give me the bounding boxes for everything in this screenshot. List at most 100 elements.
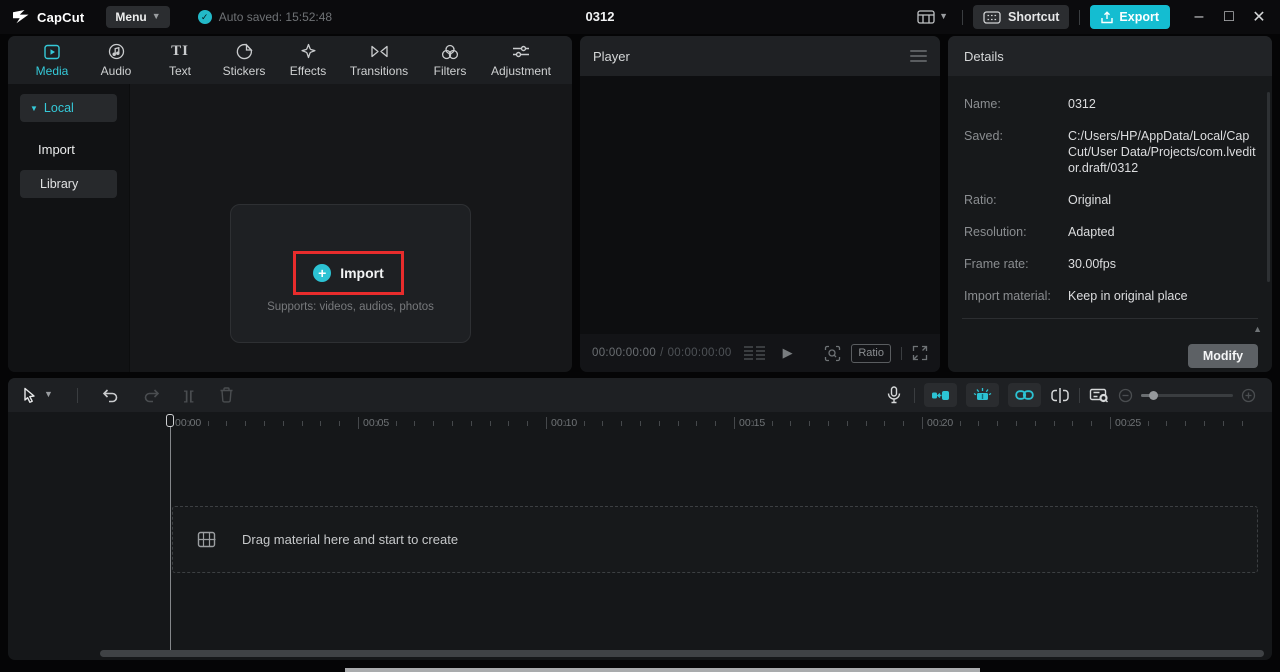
ruler-tick bbox=[245, 421, 247, 426]
import-button[interactable]: Import bbox=[340, 265, 384, 281]
ruler-tick bbox=[752, 421, 754, 426]
ruler-tick bbox=[282, 421, 284, 426]
chevron-down-icon[interactable]: ▼ bbox=[44, 389, 53, 399]
tab-text[interactable]: TI Text bbox=[148, 43, 212, 78]
select-cursor-button[interactable] bbox=[22, 387, 37, 404]
sidebar-item-local[interactable]: ▼ Local bbox=[20, 94, 117, 122]
detail-row-resolution: Resolution: Adapted bbox=[964, 224, 1258, 240]
autosave-status: ✓ Auto saved: 15:52:48 bbox=[197, 10, 332, 24]
player-panel: Player 00:00:00:00/00:00:00:00 ▶ Ratio bbox=[580, 36, 940, 372]
timeline-horizontal-scrollbar[interactable] bbox=[100, 650, 1264, 657]
window-controls: – □ ✕ bbox=[1184, 2, 1274, 32]
ruler-tick bbox=[1166, 421, 1168, 426]
ruler-tick bbox=[846, 421, 848, 426]
ruler-tick bbox=[470, 421, 472, 426]
detail-value: C:/Users/HP/AppData/Local/CapCut/User Da… bbox=[1068, 129, 1256, 175]
ruler-tick bbox=[959, 421, 961, 426]
detail-row-import-material: Import material: Keep in original place bbox=[964, 288, 1258, 304]
tab-media[interactable]: Media bbox=[20, 43, 84, 78]
tab-label: Text bbox=[168, 63, 191, 78]
timeline-ruler[interactable]: 00:0000:0500:1000:1500:2000:25 bbox=[8, 412, 1272, 434]
audio-icon bbox=[108, 43, 125, 61]
play-button[interactable]: ▶ bbox=[783, 345, 793, 361]
logo-text: CapCut bbox=[37, 9, 85, 25]
ratio-button[interactable]: Ratio bbox=[851, 343, 891, 363]
preview-axis-toggle[interactable] bbox=[1050, 387, 1070, 403]
layout-icon bbox=[917, 10, 935, 24]
capcut-logo: CapCut bbox=[12, 10, 84, 25]
auto-ripple-toggle[interactable] bbox=[924, 383, 957, 407]
ruler-tick bbox=[790, 421, 792, 426]
timeline-zoom-control bbox=[1118, 388, 1256, 403]
layout-switch-button[interactable]: ▼ bbox=[913, 7, 952, 27]
stickers-icon bbox=[236, 43, 253, 61]
plus-icon: + bbox=[313, 264, 332, 282]
ruler-tick bbox=[621, 421, 623, 426]
split-button[interactable]: ][ bbox=[184, 388, 195, 403]
tab-transitions[interactable]: Transitions bbox=[340, 43, 418, 78]
details-scrollbar[interactable] bbox=[1267, 92, 1270, 282]
ruler-tick bbox=[188, 421, 190, 426]
ruler-tick bbox=[527, 421, 529, 426]
tab-adjustment[interactable]: Adjustment bbox=[482, 43, 560, 78]
local-label: Local bbox=[43, 101, 74, 115]
detail-label: Resolution: bbox=[964, 225, 1027, 239]
ruler-tick bbox=[734, 417, 735, 429]
import-dropzone-card[interactable]: + Import Supports: videos, audios, photo… bbox=[230, 204, 471, 343]
ruler-tick bbox=[376, 421, 378, 426]
zoom-slider-handle[interactable] bbox=[1149, 390, 1158, 400]
detail-value: Adapted bbox=[1068, 225, 1115, 239]
maximize-button[interactable]: □ bbox=[1214, 2, 1244, 32]
zoom-in-icon[interactable] bbox=[1241, 388, 1256, 403]
tab-filters[interactable]: Filters bbox=[418, 43, 482, 78]
frame-view-icon[interactable] bbox=[743, 346, 765, 360]
fullscreen-icon[interactable] bbox=[912, 345, 928, 361]
timecode-current: 00:00:00:00 bbox=[592, 347, 657, 359]
ruler-tick bbox=[809, 421, 811, 426]
track-dropzone[interactable]: Drag material here and start to create bbox=[172, 506, 1258, 573]
delete-button[interactable] bbox=[219, 387, 234, 403]
ruler-tick bbox=[1241, 421, 1243, 426]
tab-label: Stickers bbox=[222, 63, 266, 78]
adapt-timeline-button[interactable] bbox=[1089, 387, 1109, 403]
capcut-logo-icon bbox=[12, 10, 31, 24]
export-button[interactable]: Export bbox=[1090, 5, 1170, 29]
triangle-down-icon: ▼ bbox=[30, 103, 38, 113]
divider bbox=[1079, 387, 1080, 403]
chevron-up-icon[interactable]: ▲ bbox=[1253, 324, 1262, 334]
timecode-display: 00:00:00:00/00:00:00:00 bbox=[592, 347, 732, 359]
minimize-button[interactable]: – bbox=[1184, 2, 1214, 32]
auto-link-toggle[interactable] bbox=[1008, 383, 1041, 407]
detail-label: Import material: bbox=[964, 289, 1051, 303]
shortcut-button[interactable]: Shortcut bbox=[973, 5, 1070, 29]
ruler-tick bbox=[1185, 421, 1187, 426]
player-viewport bbox=[580, 76, 940, 334]
tab-stickers[interactable]: Stickers bbox=[212, 43, 276, 78]
sidebar-item-library[interactable]: Library bbox=[20, 170, 117, 198]
detail-label: Saved: bbox=[964, 129, 1003, 143]
detail-label: Frame rate: bbox=[964, 257, 1029, 271]
redo-button[interactable] bbox=[143, 388, 160, 403]
tab-effects[interactable]: Effects bbox=[276, 43, 340, 78]
zoom-slider-track[interactable] bbox=[1141, 390, 1233, 400]
divider bbox=[901, 346, 902, 360]
main-track-magnet-toggle[interactable] bbox=[966, 383, 999, 407]
tab-audio[interactable]: Audio bbox=[84, 43, 148, 78]
zoom-out-icon[interactable] bbox=[1118, 388, 1133, 403]
menu-button[interactable]: Menu ▼ bbox=[106, 6, 170, 28]
hamburger-menu-icon[interactable] bbox=[910, 47, 927, 65]
close-button[interactable]: ✕ bbox=[1244, 2, 1274, 32]
details-rows: Name: 0312 Saved: C:/Users/HP/AppData/Lo… bbox=[948, 76, 1272, 304]
media-icon bbox=[43, 43, 61, 61]
filmstrip-icon bbox=[197, 531, 216, 548]
playhead-handle[interactable] bbox=[166, 414, 174, 427]
ruler-tick bbox=[696, 421, 698, 426]
ruler-tick bbox=[264, 421, 265, 426]
timeline-panel: ▼ ][Drag material here and start to cre… bbox=[8, 378, 1272, 660]
preview-quality-icon[interactable] bbox=[824, 345, 841, 362]
undo-button[interactable] bbox=[102, 388, 119, 403]
tab-label: Effects bbox=[289, 63, 327, 78]
modify-button[interactable]: Modify bbox=[1188, 344, 1258, 368]
record-voiceover-button[interactable] bbox=[887, 386, 901, 404]
sidebar-item-import[interactable]: Import bbox=[38, 142, 75, 157]
